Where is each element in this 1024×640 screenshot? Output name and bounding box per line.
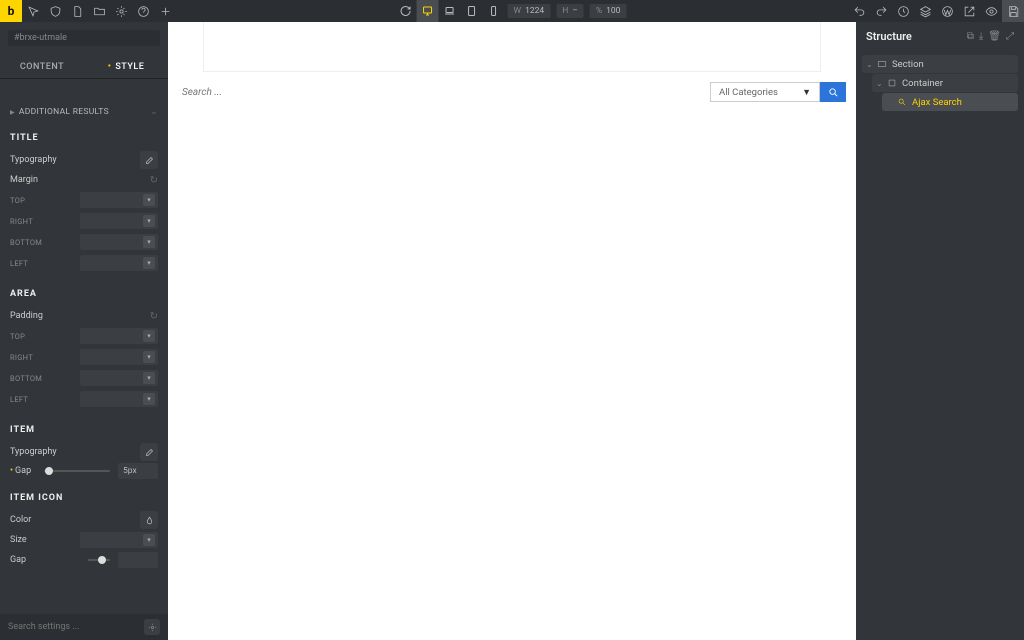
toolbar-right — [848, 0, 1024, 22]
tree-item-label: Ajax Search — [912, 97, 962, 108]
structure-title: Structure — [866, 30, 912, 43]
margin-right-input[interactable]: ▾ — [80, 213, 158, 229]
panel-tabs: CONTENT STYLE — [0, 56, 168, 79]
search-button[interactable] — [820, 82, 846, 102]
zoom-input[interactable]: %100 — [590, 4, 627, 18]
undo-icon[interactable] — [848, 0, 870, 22]
layers-icon[interactable] — [914, 0, 936, 22]
trash-icon[interactable]: 🗑 — [988, 31, 1001, 42]
structure-panel: Structure ⧉ ⤓ 🗑 ⤢ ⌄ Section ⌄ Container Ajax… — [856, 22, 1024, 640]
edit-typography-button[interactable] — [140, 443, 158, 461]
tree-item-section[interactable]: ⌄ Section — [862, 55, 1018, 73]
padding-top-input[interactable]: ▾ — [80, 328, 158, 344]
reset-icon[interactable]: ↻ — [150, 311, 158, 322]
tablet-breakpoint-icon[interactable] — [461, 0, 483, 22]
page-icon[interactable] — [66, 0, 88, 22]
section-area: AREA Padding↻ TOP▾ RIGHT▾ BOTTOM▾ LEFT▾ — [0, 279, 168, 415]
tab-content[interactable]: CONTENT — [0, 56, 84, 78]
unit-toggle[interactable]: ▾ — [143, 194, 155, 206]
search-icon — [896, 96, 908, 108]
color-picker-button[interactable] — [140, 511, 158, 529]
icon-gap-value-input[interactable] — [118, 552, 158, 568]
padding-left-input[interactable]: ▾ — [80, 391, 158, 407]
settings-search-input[interactable] — [8, 622, 144, 632]
chevron-icon: ⌄ — [876, 79, 886, 88]
section-title: TITLE Typography Margin↻ TOP▾ RIGHT▾ BOT… — [0, 123, 168, 279]
gap-slider[interactable] — [44, 470, 110, 472]
desktop-breakpoint-icon[interactable] — [417, 0, 439, 22]
shield-icon[interactable] — [44, 0, 66, 22]
mobile-breakpoint-icon[interactable] — [483, 0, 505, 22]
preview-icon[interactable] — [980, 0, 1002, 22]
dropdown-arrow-icon: ▼ — [802, 87, 811, 98]
chevron-down-icon: ⌄ — [150, 107, 158, 117]
help-icon[interactable] — [132, 0, 154, 22]
redo-icon[interactable] — [870, 0, 892, 22]
tree-item-container[interactable]: ⌄ Container — [872, 74, 1018, 92]
icon-gap-slider[interactable] — [88, 559, 110, 561]
search-settings-gear-icon[interactable] — [144, 619, 160, 635]
laptop-breakpoint-icon[interactable] — [439, 0, 461, 22]
copy-icon[interactable]: ⧉ — [967, 31, 974, 42]
padding-bottom-input[interactable]: ▾ — [80, 370, 158, 386]
section-item-icon: ITEM ICON Color Size▾ Gap — [0, 483, 168, 572]
pointer-icon[interactable] — [22, 0, 44, 22]
tree-item-label: Container — [902, 78, 943, 89]
download-icon[interactable]: ⤓ — [979, 31, 983, 42]
height-input[interactable]: H– — [556, 4, 584, 18]
margin-label: Margin — [10, 175, 38, 185]
gear-icon[interactable] — [110, 0, 132, 22]
folder-icon[interactable] — [88, 0, 110, 22]
section-icon — [876, 58, 888, 70]
page-frame — [203, 22, 821, 72]
typography-label: Typography — [10, 155, 57, 165]
gap-label: Gap — [10, 466, 36, 476]
canvas[interactable]: All Categories▼ — [168, 22, 856, 640]
section-item: ITEM Typography Gap 5px — [0, 415, 168, 483]
toolbar-center: W1224 H– %100 — [395, 0, 630, 22]
left-panel: #brxe-utmale CONTENT STYLE ADDITIONAL RE… — [0, 22, 168, 640]
container-icon — [886, 77, 898, 89]
chevron-icon: ⌄ — [866, 60, 876, 69]
margin-left-input[interactable]: ▾ — [80, 255, 158, 271]
external-link-icon[interactable] — [958, 0, 980, 22]
tree-item-label: Section — [892, 59, 924, 70]
structure-tree: ⌄ Section ⌄ Container Ajax Search — [856, 51, 1024, 116]
expand-icon[interactable]: ⤢ — [1006, 31, 1014, 42]
ajax-search-widget: All Categories▼ — [178, 82, 846, 102]
tree-item-ajax-search[interactable]: Ajax Search — [882, 93, 1018, 111]
accordion-additional-results[interactable]: ADDITIONAL RESULTS⌄ — [0, 101, 168, 123]
padding-right-input[interactable]: ▾ — [80, 349, 158, 365]
refresh-icon[interactable] — [395, 0, 417, 22]
icon-size-input[interactable]: ▾ — [80, 532, 158, 548]
wordpress-icon[interactable] — [936, 0, 958, 22]
reset-icon[interactable]: ↻ — [150, 175, 158, 186]
margin-top-input[interactable]: ▾ — [80, 192, 158, 208]
settings-search — [0, 614, 168, 640]
save-icon[interactable] — [1002, 0, 1024, 22]
margin-bottom-input[interactable]: ▾ — [80, 234, 158, 250]
add-icon[interactable] — [154, 0, 176, 22]
width-input[interactable]: W1224 — [508, 4, 551, 18]
section-heading: TITLE — [10, 133, 158, 143]
top-toolbar: b W1224 H– %100 — [0, 0, 1024, 22]
search-input[interactable] — [178, 82, 710, 102]
tab-style[interactable]: STYLE — [84, 56, 168, 78]
app-logo[interactable]: b — [0, 0, 22, 22]
category-select[interactable]: All Categories▼ — [710, 82, 820, 102]
gap-value-input[interactable]: 5px — [118, 463, 158, 479]
element-id-input[interactable]: #brxe-utmale — [8, 30, 160, 46]
edit-typography-button[interactable] — [140, 151, 158, 169]
history-icon[interactable] — [892, 0, 914, 22]
toolbar-left: b — [0, 0, 176, 22]
